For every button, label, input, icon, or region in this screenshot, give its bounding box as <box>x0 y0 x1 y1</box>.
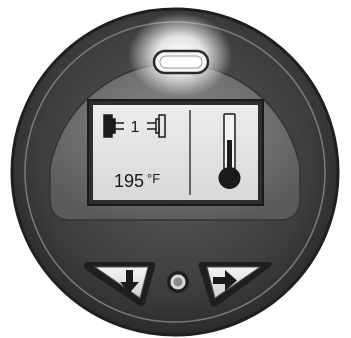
gauge-svg: 1 195 °F <box>10 7 340 337</box>
center-button[interactable] <box>167 271 189 293</box>
hours-value: 1 <box>131 119 140 136</box>
temperature-unit: °F <box>147 171 160 186</box>
gauge-display: 1 195 °F <box>0 0 351 338</box>
temperature-value: 195 <box>114 171 144 191</box>
